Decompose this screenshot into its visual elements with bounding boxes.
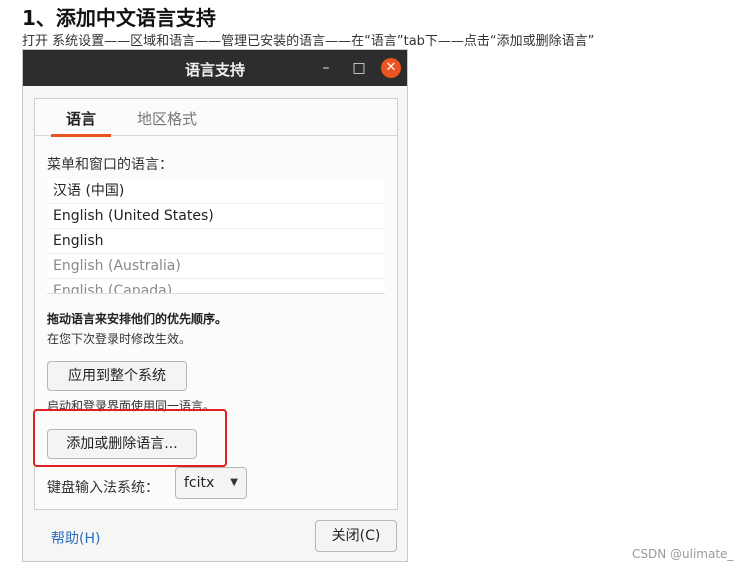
- watermark: CSDN @ulimate_: [632, 547, 734, 561]
- list-item[interactable]: English: [47, 229, 385, 254]
- tab-bar: 语言 地区格式: [35, 99, 397, 137]
- tab-language[interactable]: 语言: [51, 108, 111, 137]
- maximize-icon[interactable]: □: [348, 57, 370, 79]
- doc-subtitle: 打开 系统设置——区域和语言——管理已安装的语言——在“语言”tab下——点击“…: [22, 34, 595, 49]
- menu-language-label: 菜单和窗口的语言：: [47, 157, 173, 173]
- tab-region-format[interactable]: 地区格式: [131, 108, 203, 134]
- titlebar[interactable]: 语言支持 – □ ✕: [23, 50, 407, 86]
- ime-value: fcitx: [184, 475, 215, 491]
- drag-subhint: 在您下次登录时修改生效。: [47, 332, 192, 346]
- chevron-down-icon: ▼: [230, 477, 238, 488]
- ime-label: 键盘输入法系统：: [47, 480, 159, 496]
- help-link[interactable]: 帮助(H): [51, 528, 100, 548]
- list-item[interactable]: English (Canada): [47, 279, 385, 293]
- highlight-annotation: [33, 409, 227, 467]
- list-item[interactable]: 汉语 (中国): [47, 179, 385, 204]
- language-support-dialog: 语言支持 – □ ✕ 语言 地区格式 菜单和窗口的语言： 汉语 (中国) Eng…: [22, 49, 408, 562]
- language-list[interactable]: 汉语 (中国) English (United States) English …: [47, 179, 385, 294]
- close-button[interactable]: 关闭(C): [315, 520, 397, 552]
- list-item[interactable]: English (United States): [47, 204, 385, 229]
- close-icon[interactable]: ✕: [381, 58, 401, 78]
- apply-system-wide-button[interactable]: 应用到整个系统: [47, 361, 187, 391]
- minimize-icon[interactable]: –: [315, 57, 337, 79]
- drag-hint: 拖动语言来安排他们的优先顺序。: [47, 312, 228, 326]
- doc-title: 1、添加中文语言支持: [22, 6, 216, 30]
- ime-select[interactable]: fcitx ▼: [175, 467, 247, 499]
- list-item[interactable]: English (Australia): [47, 254, 385, 279]
